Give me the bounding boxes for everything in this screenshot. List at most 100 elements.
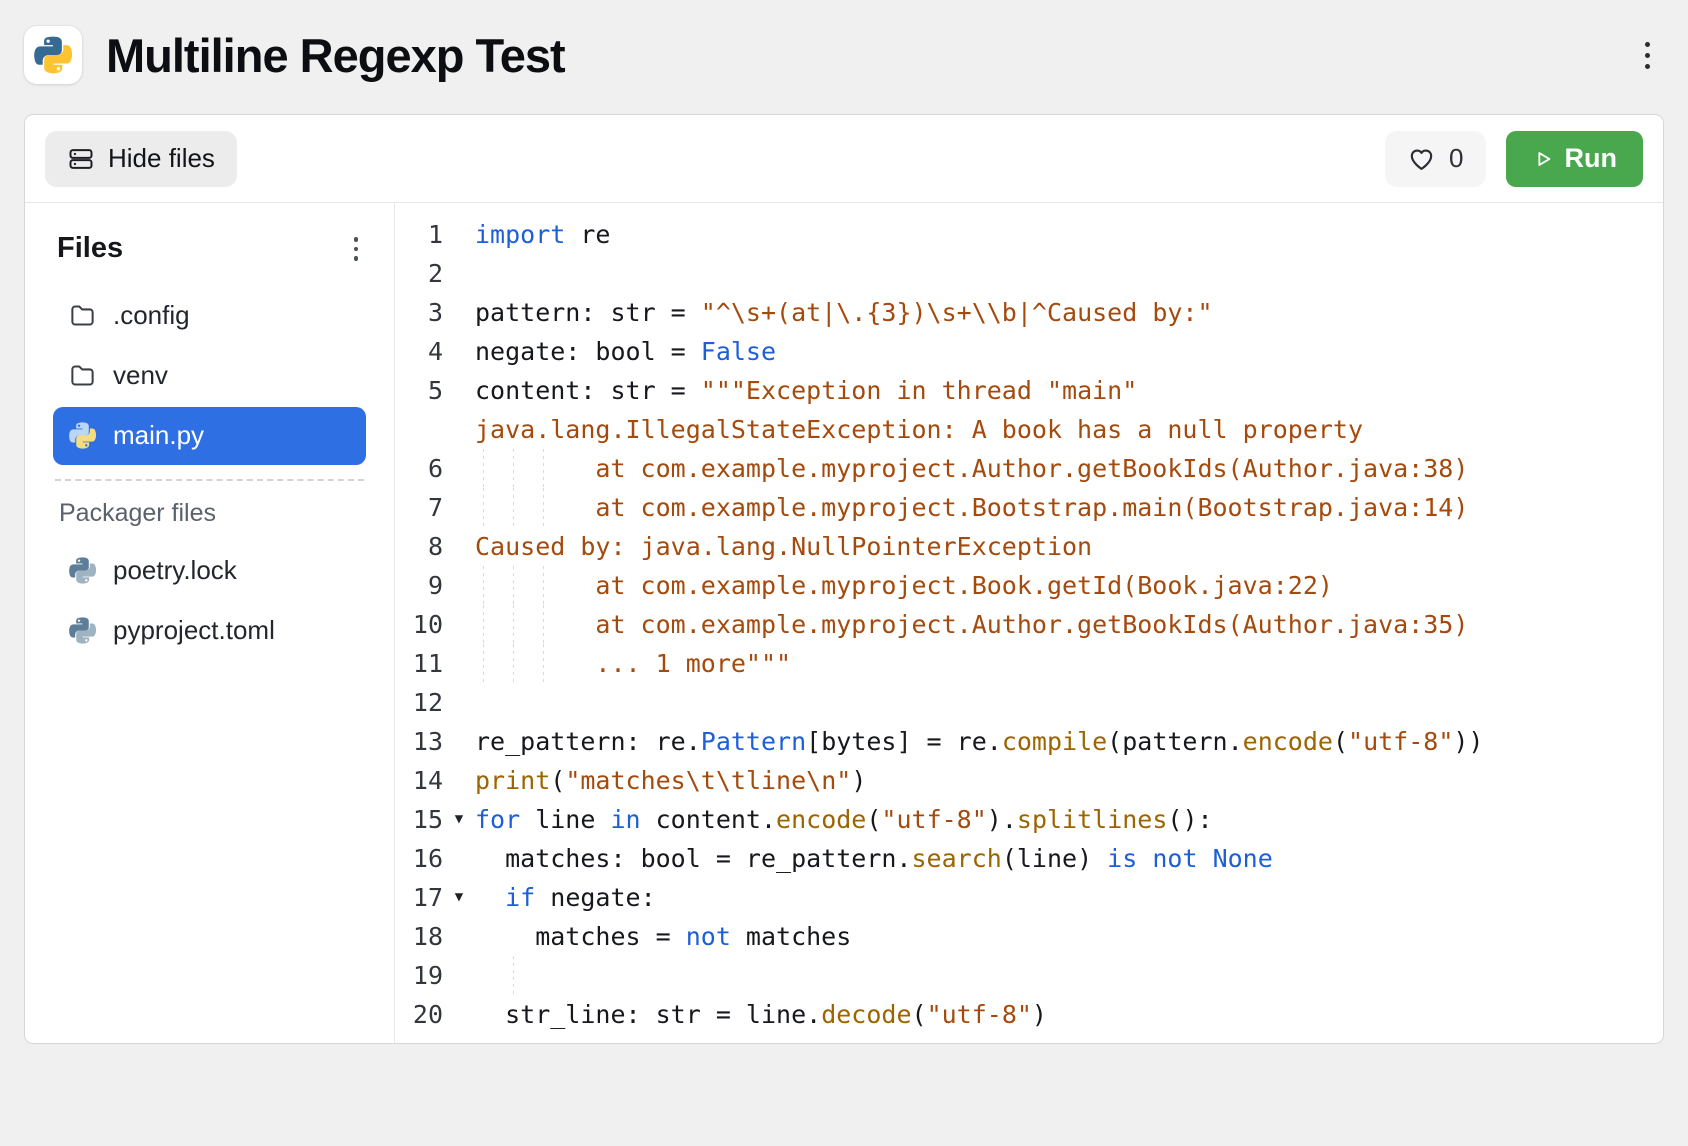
code-line-text: matches = not matches [475,917,851,956]
code-line: 17▼ if negate: [395,878,1663,917]
fold-spacer [443,566,475,605]
sidebar-item-pyproject-toml[interactable]: pyproject.toml [53,602,366,660]
code-line-text: re_pattern: re.Pattern[bytes] = re.compi… [475,722,1483,761]
sidebar-item-label: pyproject.toml [113,615,275,646]
fold-spacer [443,449,475,488]
code-line: 14print("matches\t\tline\n") [395,761,1663,800]
app-logo [24,26,82,84]
likes-count: 0 [1449,143,1463,174]
fold-spacer [443,254,475,293]
file-sidebar: Files .config venv main.py [25,203,395,1043]
header-kebab-icon[interactable] [1637,34,1658,77]
toolbar: Hide files 0 Run [25,115,1663,203]
sidebar-item-label: main.py [113,420,204,451]
sidebar-item-poetry-lock[interactable]: poetry.lock [53,542,366,600]
fold-spacer [443,293,475,332]
code-line: 10 at com.example.myproject.Author.getBoo… [395,605,1663,644]
folder-icon [69,362,96,389]
run-label: Run [1565,143,1617,174]
code-line-text: if negate: [475,878,656,917]
code-line-text: Caused by: java.lang.NullPointerExceptio… [475,527,1092,566]
line-number: 19 [395,956,443,995]
hide-files-label: Hide files [108,143,215,174]
code-line: 5content: str = """Exception in thread "… [395,371,1663,410]
code-line-text: matches: bool = re_pattern.search(line) … [475,839,1273,878]
code-line: 16 matches: bool = re_pattern.search(lin… [395,839,1663,878]
sidebar-item-config[interactable]: .config [53,287,366,345]
fold-icon[interactable]: ▼ [443,878,475,917]
code-line: 13 re_pattern: re.Pattern[bytes] = re.com… [395,722,1663,761]
line-number [395,410,443,449]
line-number: 6 [395,449,443,488]
code-line: 15▼for line in content.encode("utf-8").s… [395,800,1663,839]
fold-spacer [443,371,475,410]
files-panel-icon [67,145,95,173]
files-header: Files [57,232,123,265]
sidebar-item-label: venv [113,360,168,391]
python-icon [34,36,72,74]
folder-icon [69,302,96,329]
code-line-text: ... 1 more""" [475,644,791,683]
run-button[interactable]: Run [1506,131,1643,187]
line-number: 10 [395,605,443,644]
fold-spacer [443,683,475,722]
line-number: 2 [395,254,443,293]
code-line-text: for line in content.encode("utf-8").spli… [475,800,1213,839]
line-number: 11 [395,644,443,683]
line-number: 17 [395,878,443,917]
code-line-text: content: str = """Exception in thread "m… [475,371,1137,410]
fold-spacer [443,488,475,527]
fold-spacer [443,527,475,566]
fold-spacer [443,761,475,800]
sidebar-divider [55,479,364,481]
line-number: 16 [395,839,443,878]
code-line: 12 [395,683,1663,722]
code-line-text: at com.example.myproject.Bootstrap.main(… [475,488,1468,527]
heart-icon [1407,144,1436,173]
fold-spacer [443,332,475,371]
line-number: 4 [395,332,443,371]
code-line: 20 str_line: str = line.decode("utf-8") [395,995,1663,1034]
code-lines: 1 import re 23 pattern: str = "^\s+(at|\.{3… [395,215,1663,1034]
code-line-text: import re [475,215,610,254]
code-line: java.lang.IllegalStateException: A book … [395,410,1663,449]
workspace-card: Hide files 0 Run Files [24,114,1664,1044]
code-line: 2 [395,254,1663,293]
play-icon [1532,148,1554,170]
hide-files-button[interactable]: Hide files [45,131,237,187]
code-line-text: at com.example.myproject.Author.getBookI… [475,449,1468,488]
sidebar-item-venv[interactable]: venv [53,347,366,405]
code-line-text: at com.example.myproject.Book.getId(Book… [475,566,1333,605]
fold-spacer [443,722,475,761]
line-number: 12 [395,683,443,722]
fold-spacer [443,995,475,1034]
code-line-text: negate: bool = False [475,332,776,371]
code-line: 7at com.example.myproject.Bootstrap.main… [395,488,1663,527]
code-line-text: print("matches\t\tline\n") [475,761,866,800]
line-number: 13 [395,722,443,761]
python-icon [69,422,96,449]
fold-spacer [443,410,475,449]
fold-spacer [443,644,475,683]
code-line-text: pattern: str = "^\s+(at|\.{3})\s+\\b|^Ca… [475,293,1213,332]
python-icon [69,557,96,584]
sidebar-item-main-py[interactable]: main.py [53,407,366,465]
code-line: 6 at com.example.myproject.Author.getBook… [395,449,1663,488]
code-line: 18 matches = not matches [395,917,1663,956]
sidebar-item-label: poetry.lock [113,555,237,586]
line-number: 20 [395,995,443,1034]
code-line: 1 import re [395,215,1663,254]
packager-files-label: Packager files [53,499,366,528]
line-number: 9 [395,566,443,605]
like-button[interactable]: 0 [1385,131,1485,187]
line-number: 1 [395,215,443,254]
page: Multiline Regexp Test Hide files 0 Run [0,0,1688,1044]
code-line-text: at com.example.myproject.Author.getBookI… [475,605,1468,644]
line-number: 15 [395,800,443,839]
files-menu-icon[interactable] [346,229,367,269]
python-icon [69,617,96,644]
line-number: 3 [395,293,443,332]
fold-icon[interactable]: ▼ [443,800,475,839]
sidebar-item-label: .config [113,300,190,331]
code-editor[interactable]: 1 import re 23 pattern: str = "^\s+(at|\.{3… [395,203,1663,1043]
